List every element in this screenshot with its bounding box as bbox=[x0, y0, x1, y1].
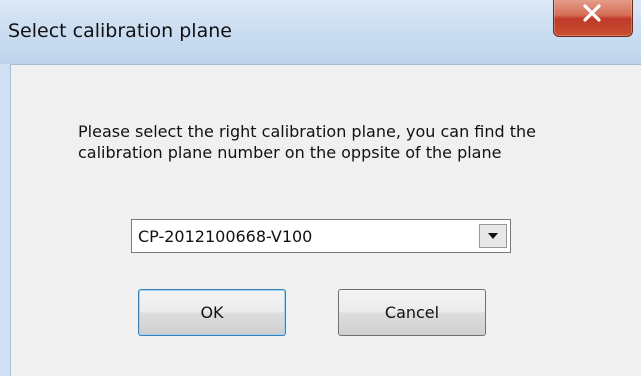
dialog-window: Select calibration plane Please select t… bbox=[0, 0, 641, 376]
selected-calibration-plane: CP-2012100668-V100 bbox=[138, 227, 313, 246]
instruction-text: Please select the right calibration plan… bbox=[78, 122, 537, 162]
dropdown-arrow-button[interactable] bbox=[479, 224, 507, 248]
close-icon bbox=[583, 4, 601, 22]
dialog-body: Please select the right calibration plan… bbox=[10, 64, 641, 376]
window-title: Select calibration plane bbox=[8, 20, 232, 42]
cancel-button[interactable]: Cancel bbox=[338, 289, 486, 336]
ok-button[interactable]: OK bbox=[138, 289, 286, 336]
chevron-down-icon bbox=[488, 233, 498, 239]
title-bar[interactable]: Select calibration plane bbox=[0, 0, 641, 64]
close-button[interactable] bbox=[553, 0, 633, 37]
calibration-plane-select[interactable]: CP-2012100668-V100 bbox=[131, 219, 511, 253]
